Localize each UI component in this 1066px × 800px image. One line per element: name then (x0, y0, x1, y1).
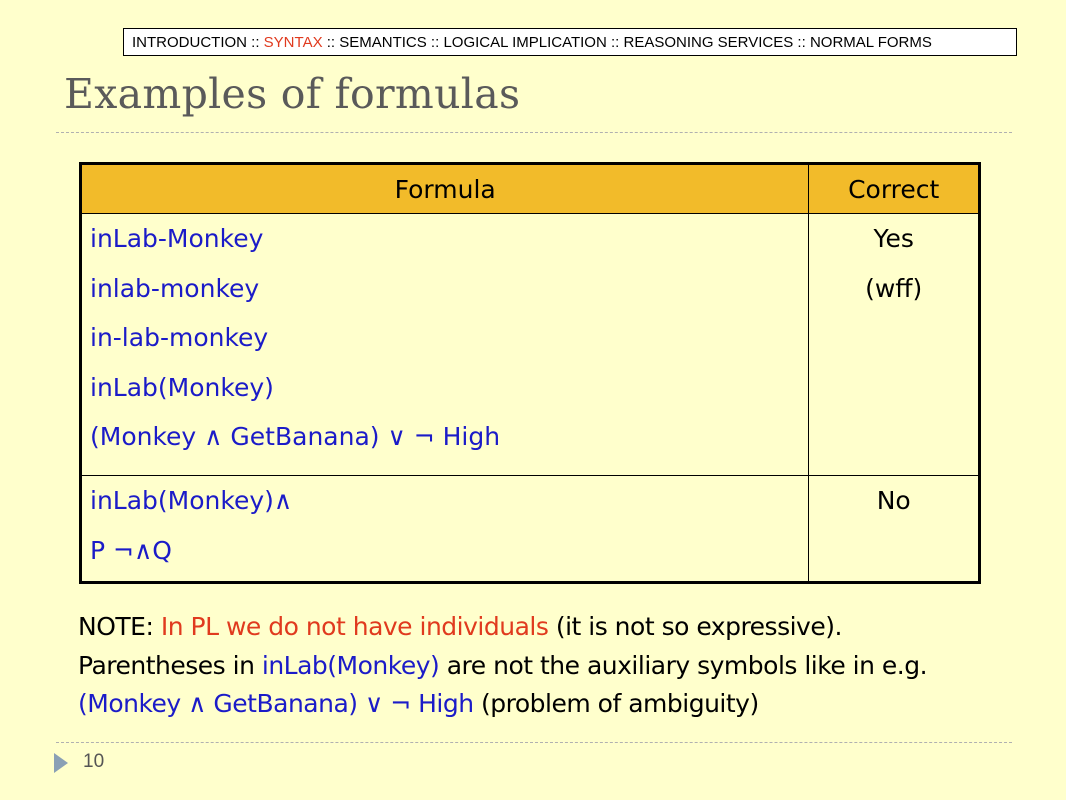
nav-separator: :: (426, 33, 444, 51)
note-line: NOTE: In PL we do not have individuals (… (78, 608, 1038, 647)
play-arrow-icon (54, 753, 68, 773)
nav-item-logical-implication[interactable]: LOGICAL IMPLICATION (443, 34, 606, 51)
note-text: (problem of ambiguity) (481, 689, 759, 718)
nav-separator: :: (793, 33, 810, 51)
correct-note: (wff) (865, 273, 923, 303)
nav-item-introduction[interactable]: INTRODUCTION (132, 34, 247, 51)
note-text: (it is not so expressive). (555, 612, 843, 641)
note-formula: (Monkey ∧ GetBanana) ∨ ¬ High (78, 689, 474, 718)
formula-table: Formula Correct inLab-Monkey inlab-monke… (79, 162, 981, 584)
header-correct: Correct (808, 163, 980, 214)
correct-cell: No (808, 475, 980, 583)
note-text: Parentheses in (78, 650, 255, 680)
table-row: inLab(Monkey)∧ P ¬∧Q No (80, 475, 980, 583)
note-highlight: In PL we do not have individuals (160, 612, 549, 641)
note-line: Parentheses in inLab(Monkey) are not the… (78, 647, 1038, 686)
formula-line: in-lab-monkey (90, 323, 269, 352)
note-line: (Monkey ∧ GetBanana) ∨ ¬ High (problem o… (78, 685, 1038, 724)
formula-line: inLab(Monkey) (90, 372, 274, 402)
correct-value: Yes (873, 224, 914, 253)
nav-item-semantics[interactable]: SEMANTICS (339, 34, 427, 51)
formula-cell: inLab-Monkey inlab-monkey in-lab-monkey … (81, 214, 809, 476)
formula-cell: inLab(Monkey)∧ P ¬∧Q (80, 475, 809, 583)
footer-divider (56, 742, 1012, 743)
note-block: NOTE: In PL we do not have individuals (… (78, 608, 1038, 724)
page-number: 10 (83, 751, 105, 772)
breadcrumb-nav: INTRODUCTION :: SYNTAX :: SEMANTICS :: L… (123, 28, 1017, 56)
nav-item-reasoning-services[interactable]: REASONING SERVICES (623, 34, 793, 51)
table-row: inLab-Monkey inlab-monkey in-lab-monkey … (81, 213, 980, 476)
correct-cell: Yes (wff) (808, 213, 980, 476)
nav-separator: :: (322, 33, 340, 51)
header-formula: Formula (80, 163, 809, 214)
formula-line: inLab-Monkey (90, 224, 264, 253)
formula-line: (Monkey ∧ GetBanana) ∨ ¬ High (90, 422, 501, 451)
table-header-row: Formula Correct (80, 163, 980, 214)
note-label: NOTE: (78, 612, 154, 641)
note-text: are not the auxiliary symbols like in e.… (446, 650, 928, 680)
note-formula: inLab(Monkey) (261, 650, 440, 680)
nav-separator: :: (247, 33, 264, 51)
formula-line: inLab(Monkey)∧ (90, 486, 293, 516)
title-divider (56, 132, 1012, 133)
nav-separator: :: (606, 33, 624, 51)
correct-value: No (876, 486, 911, 516)
nav-item-syntax[interactable]: SYNTAX (264, 34, 323, 51)
formula-line: P ¬∧Q (90, 535, 172, 565)
nav-item-normal-forms[interactable]: NORMAL FORMS (810, 34, 932, 51)
formula-line: inlab-monkey (90, 273, 260, 303)
slide-title: Examples of formulas (64, 70, 521, 118)
